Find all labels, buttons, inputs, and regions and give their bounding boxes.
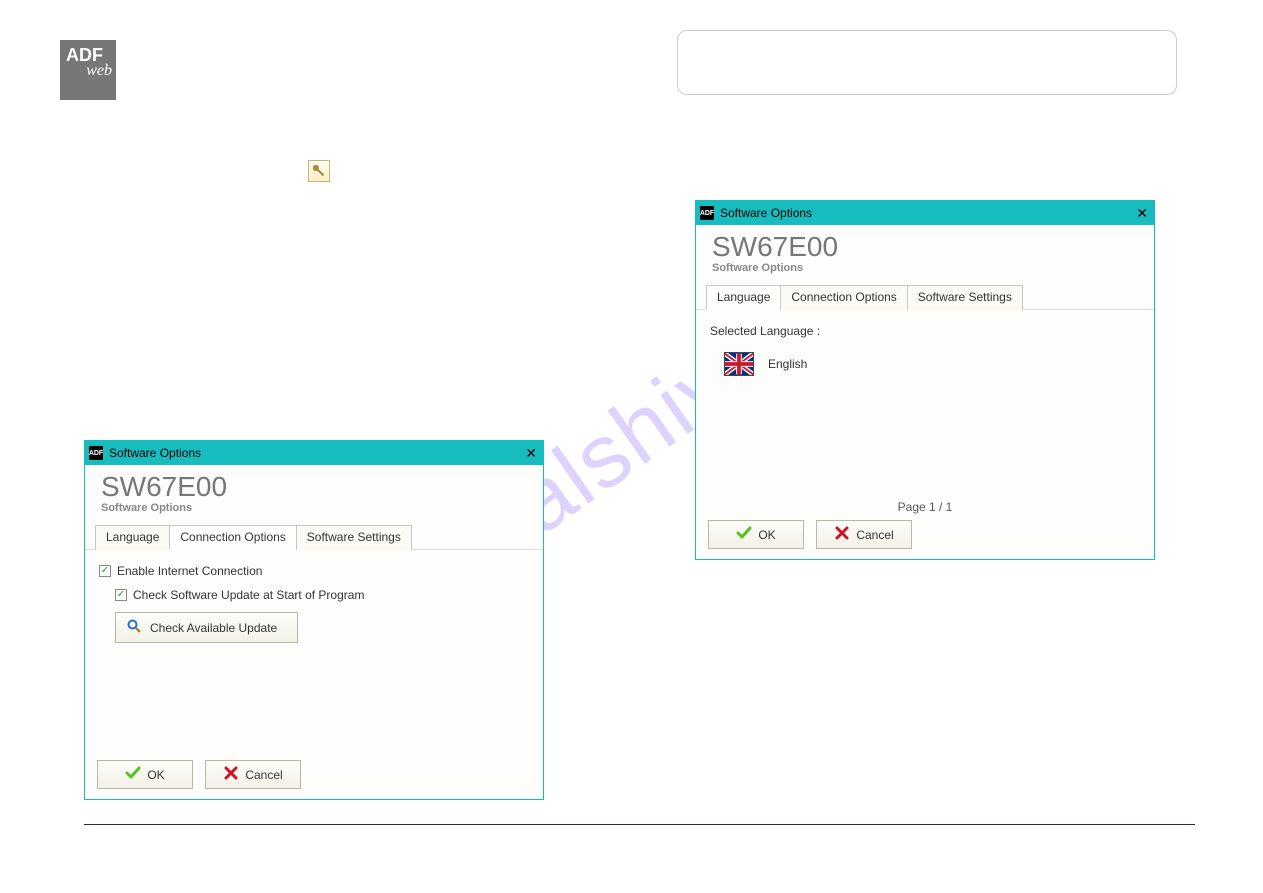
tab-software-settings[interactable]: Software Settings: [296, 525, 412, 550]
x-icon: [223, 765, 239, 784]
page-count: Page 1 / 1: [696, 500, 1154, 514]
cancel-label: Cancel: [856, 528, 893, 542]
magnifier-icon: [126, 618, 142, 637]
check-update-start-label: Check Software Update at Start of Progra…: [133, 588, 364, 602]
enable-internet-label: Enable Internet Connection: [117, 564, 262, 578]
logo-text-bottom: web: [60, 64, 116, 84]
check-icon: [736, 525, 752, 544]
tab-connection-options[interactable]: Connection Options: [169, 525, 296, 550]
ok-button[interactable]: OK: [708, 520, 804, 549]
check-update-start-checkbox[interactable]: ✓: [115, 589, 127, 601]
check-icon: [125, 765, 141, 784]
ok-label: OK: [147, 768, 164, 782]
tab-strip: Language Connection Options Software Set…: [696, 284, 1154, 310]
settings-tool-icon: [308, 160, 330, 182]
check-available-update-button[interactable]: Check Available Update: [115, 612, 298, 643]
uk-flag-icon: [724, 352, 754, 376]
tab-language[interactable]: Language: [706, 285, 781, 310]
app-icon: ADF: [89, 446, 103, 460]
cancel-button[interactable]: Cancel: [816, 520, 912, 549]
dialog-title: Software Options: [720, 206, 812, 220]
x-icon: [834, 525, 850, 544]
header-box: [677, 30, 1177, 95]
tab-language[interactable]: Language: [95, 525, 170, 550]
logo: ADF web: [60, 40, 116, 100]
logo-text-top: ADF: [60, 40, 116, 64]
english-label: English: [768, 357, 807, 371]
dialog-title: Software Options: [109, 446, 201, 460]
software-options-dialog-connection: ADF Software Options ✕ SW67E00 Software …: [84, 440, 544, 800]
language-option-english[interactable]: English: [724, 352, 1140, 376]
check-available-update-label: Check Available Update: [150, 621, 277, 635]
enable-internet-checkbox[interactable]: ✓: [99, 565, 111, 577]
app-icon: ADF: [700, 206, 714, 220]
cancel-button[interactable]: Cancel: [205, 760, 301, 789]
close-icon[interactable]: ✕: [525, 444, 537, 462]
title-bar[interactable]: ADF Software Options ✕: [85, 441, 543, 465]
tab-software-settings[interactable]: Software Settings: [907, 285, 1023, 310]
software-options-dialog-language: ADF Software Options ✕ SW67E00 Software …: [695, 200, 1155, 560]
tab-body-connection: ✓ Enable Internet Connection ✓ Check Sof…: [85, 550, 543, 760]
ok-label: OK: [758, 528, 775, 542]
tab-body-language: Selected Language : English Page 1 / 1: [696, 310, 1154, 520]
dialog-subtitle: Software Options: [712, 262, 1142, 274]
close-icon[interactable]: ✕: [1136, 204, 1148, 222]
footer-rule: [84, 824, 1195, 825]
product-code: SW67E00: [712, 231, 1142, 263]
product-code: SW67E00: [101, 471, 531, 503]
tab-connection-options[interactable]: Connection Options: [780, 285, 907, 310]
ok-button[interactable]: OK: [97, 760, 193, 789]
title-bar[interactable]: ADF Software Options ✕: [696, 201, 1154, 225]
tab-strip: Language Connection Options Software Set…: [85, 524, 543, 550]
cancel-label: Cancel: [245, 768, 282, 782]
selected-language-label: Selected Language :: [710, 324, 1140, 338]
dialog-subtitle: Software Options: [101, 502, 531, 514]
